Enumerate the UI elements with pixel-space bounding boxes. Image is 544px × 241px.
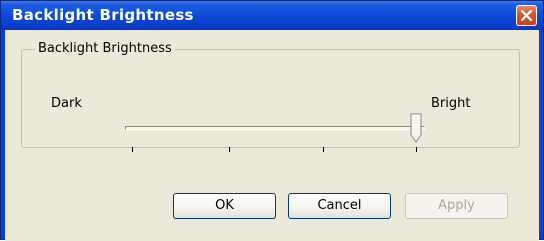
slider-tick <box>416 147 417 152</box>
apply-button[interactable]: Apply <box>405 193 508 219</box>
slider-tick <box>323 147 324 152</box>
groupbox-label: Backlight Brightness <box>35 40 175 58</box>
dialog-body: Backlight Brightness Dark Bright OK Canc… <box>5 30 539 241</box>
title-bar[interactable]: Backlight Brightness <box>1 1 543 30</box>
slider-min-label: Dark <box>51 96 82 111</box>
slider-tick <box>229 147 230 152</box>
window-title: Backlight Brightness <box>12 6 194 24</box>
slider-thumb[interactable] <box>410 113 422 147</box>
ok-button[interactable]: OK <box>173 193 276 219</box>
slider-track[interactable] <box>125 126 425 130</box>
close-button[interactable] <box>516 5 537 26</box>
slider-tick <box>132 147 133 152</box>
slider-max-label: Bright <box>431 96 471 111</box>
dialog-window: Backlight Brightness Backlight Brightnes… <box>0 0 544 241</box>
cancel-button[interactable]: Cancel <box>288 193 391 219</box>
close-icon <box>520 9 533 22</box>
